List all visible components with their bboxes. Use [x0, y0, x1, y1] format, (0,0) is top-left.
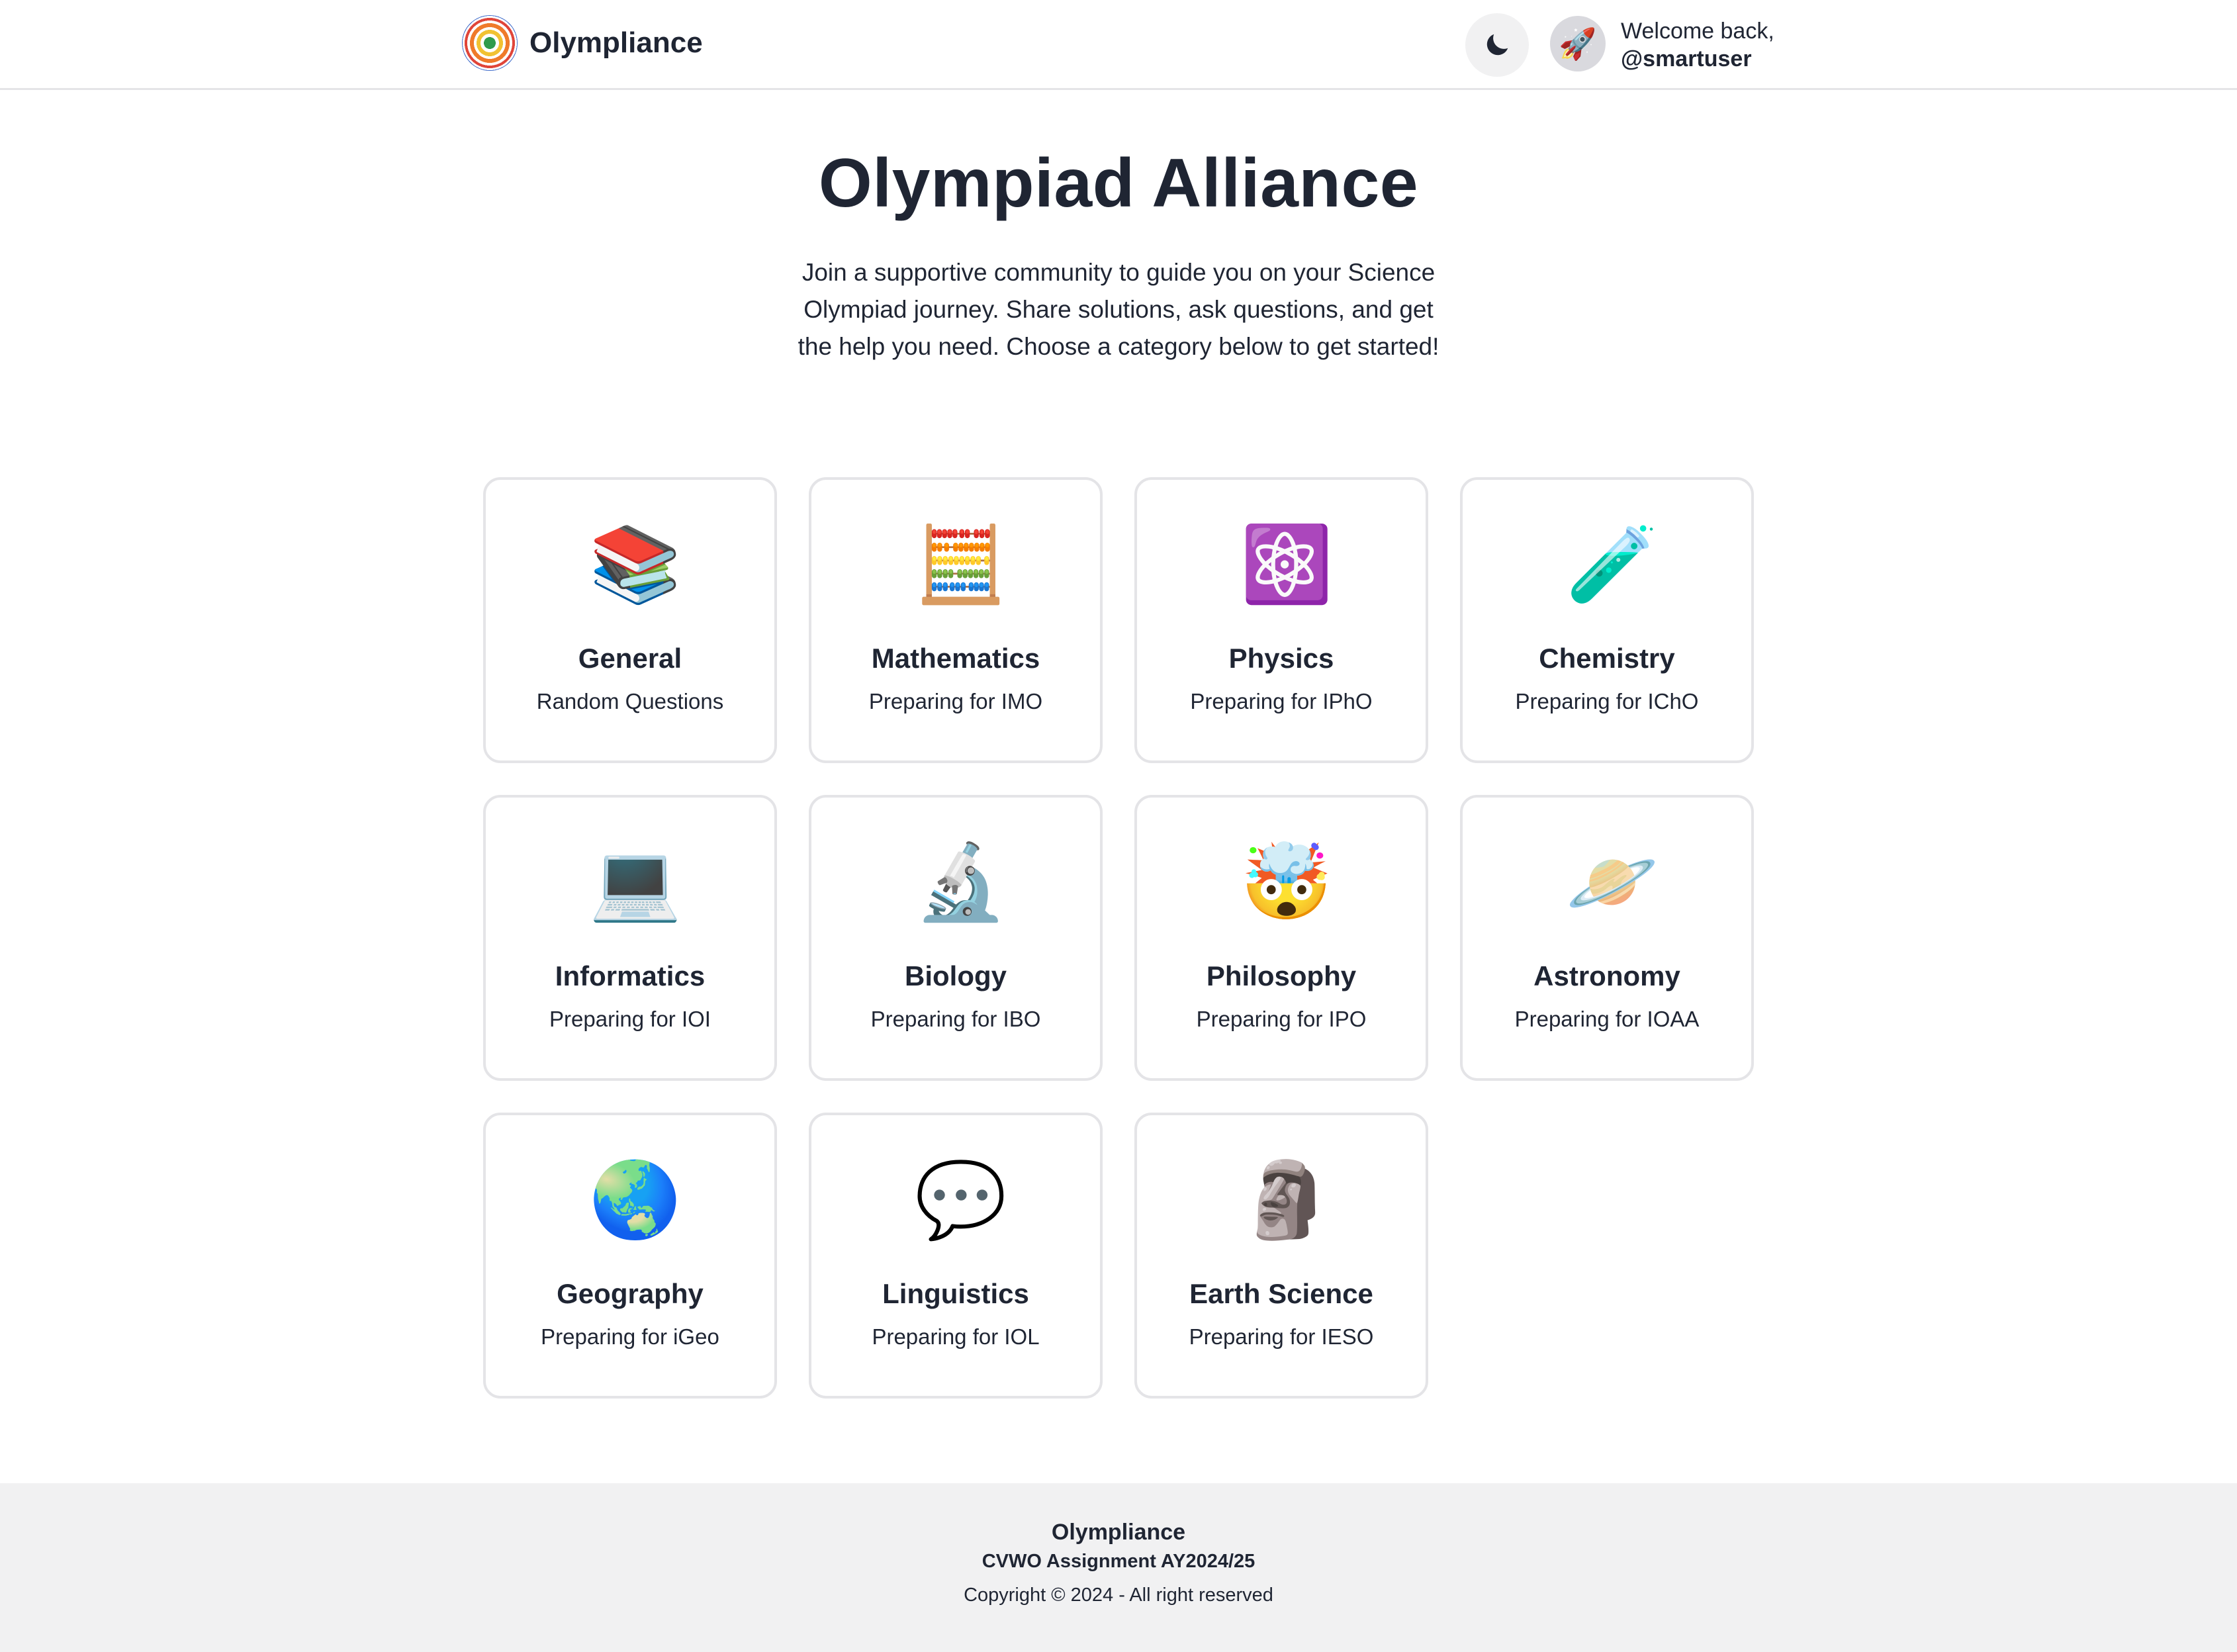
- category-title: Philosophy: [1206, 960, 1357, 991]
- category-subtitle: Preparing for IPhO: [1190, 689, 1373, 713]
- books-icon: 📚: [589, 522, 682, 608]
- exploding-head-icon: 🤯: [1240, 839, 1333, 925]
- category-title: Informatics: [555, 960, 706, 991]
- footer-brand: Olympliance: [1051, 1520, 1186, 1545]
- category-card-earth-science[interactable]: 🗿 Earth Science Preparing for IESO: [1134, 1113, 1428, 1399]
- page-title: Olympiad Alliance: [818, 145, 1419, 222]
- category-title: Biology: [905, 960, 1007, 991]
- category-subtitle: Preparing for IOAA: [1514, 1007, 1700, 1031]
- category-subtitle: Preparing for IESO: [1189, 1324, 1374, 1349]
- category-title: Earth Science: [1189, 1278, 1373, 1309]
- category-title: Chemistry: [1539, 643, 1675, 674]
- brand-name: Olympliance: [529, 26, 703, 59]
- category-card-astronomy[interactable]: 🪐 Astronomy Preparing for IOAA: [1460, 795, 1754, 1081]
- atom-icon: ⚛️: [1240, 522, 1333, 608]
- moon-icon: [1486, 34, 1508, 56]
- category-title: Mathematics: [871, 643, 1040, 674]
- category-subtitle: Preparing for IOL: [872, 1324, 1040, 1349]
- category-card-biology[interactable]: 🔬 Biology Preparing for IBO: [809, 795, 1103, 1081]
- welcome-text: Welcome back,: [1621, 19, 1774, 44]
- theme-toggle-button[interactable]: [1465, 13, 1529, 77]
- category-title: Linguistics: [882, 1278, 1029, 1309]
- category-card-physics[interactable]: ⚛️ Physics Preparing for IPhO: [1134, 477, 1428, 763]
- category-title: Geography: [557, 1278, 704, 1309]
- top-navbar: Olympliance 🚀 Welcome back, @smartuser: [0, 0, 2237, 90]
- test-tube-icon: 🧪: [1566, 522, 1659, 608]
- category-title: Physics: [1228, 643, 1334, 674]
- rocket-icon: 🚀: [1559, 26, 1597, 61]
- category-card-linguistics[interactable]: 💬 Linguistics Preparing for IOL: [809, 1113, 1103, 1399]
- username: @smartuser: [1621, 46, 1752, 71]
- user-avatar[interactable]: 🚀: [1550, 16, 1606, 71]
- category-title: Astronomy: [1533, 960, 1680, 991]
- brand-link[interactable]: Olympliance: [462, 15, 703, 71]
- category-card-general[interactable]: 📚 General Random Questions: [483, 477, 777, 763]
- laptop-icon: 💻: [589, 839, 682, 925]
- category-subtitle: Preparing for iGeo: [541, 1324, 719, 1349]
- moai-icon: 🗿: [1240, 1157, 1333, 1243]
- category-card-informatics[interactable]: 💻 Informatics Preparing for IOI: [483, 795, 777, 1081]
- footer: Olympliance CVWO Assignment AY2024/25 Co…: [0, 1483, 2237, 1652]
- page-description: Join a supportive community to guide you…: [798, 259, 1439, 360]
- microscope-icon: 🔬: [915, 839, 1007, 925]
- category-subtitle: Random Questions: [536, 689, 724, 713]
- category-subtitle: Preparing for IOI: [549, 1007, 711, 1031]
- category-subtitle: Preparing for IBO: [870, 1007, 1041, 1031]
- category-card-philosophy[interactable]: 🤯 Philosophy Preparing for IPO: [1134, 795, 1428, 1081]
- globe-icon: 🌏: [589, 1157, 682, 1243]
- footer-copyright: Copyright © 2024 - All right reserved: [964, 1584, 1273, 1606]
- category-subtitle: Preparing for IMO: [868, 689, 1043, 713]
- welcome-message: Welcome back, @smartuser: [1621, 17, 1774, 73]
- category-card-chemistry[interactable]: 🧪 Chemistry Preparing for IChO: [1460, 477, 1754, 763]
- page: Olympliance 🚀 Welcome back, @smartuser O…: [0, 0, 2237, 1652]
- ringed-planet-icon: 🪐: [1566, 839, 1659, 925]
- category-subtitle: Preparing for IPO: [1196, 1007, 1367, 1031]
- category-title: General: [578, 643, 682, 674]
- olympliance-logo-icon: [462, 15, 518, 71]
- category-card-mathematics[interactable]: 🧮 Mathematics Preparing for IMO: [809, 477, 1103, 763]
- abacus-icon: 🧮: [915, 522, 1007, 608]
- footer-assignment: CVWO Assignment AY2024/25: [982, 1551, 1255, 1572]
- category-grid: 📚 General Random Questions 🧮 Mathematics Prep…: [483, 477, 1754, 1399]
- speech-bubble-icon: 💬: [915, 1157, 1007, 1243]
- category-card-geography[interactable]: 🌏 Geography Preparing for iGeo: [483, 1113, 777, 1399]
- category-subtitle: Preparing for IChO: [1515, 689, 1699, 713]
